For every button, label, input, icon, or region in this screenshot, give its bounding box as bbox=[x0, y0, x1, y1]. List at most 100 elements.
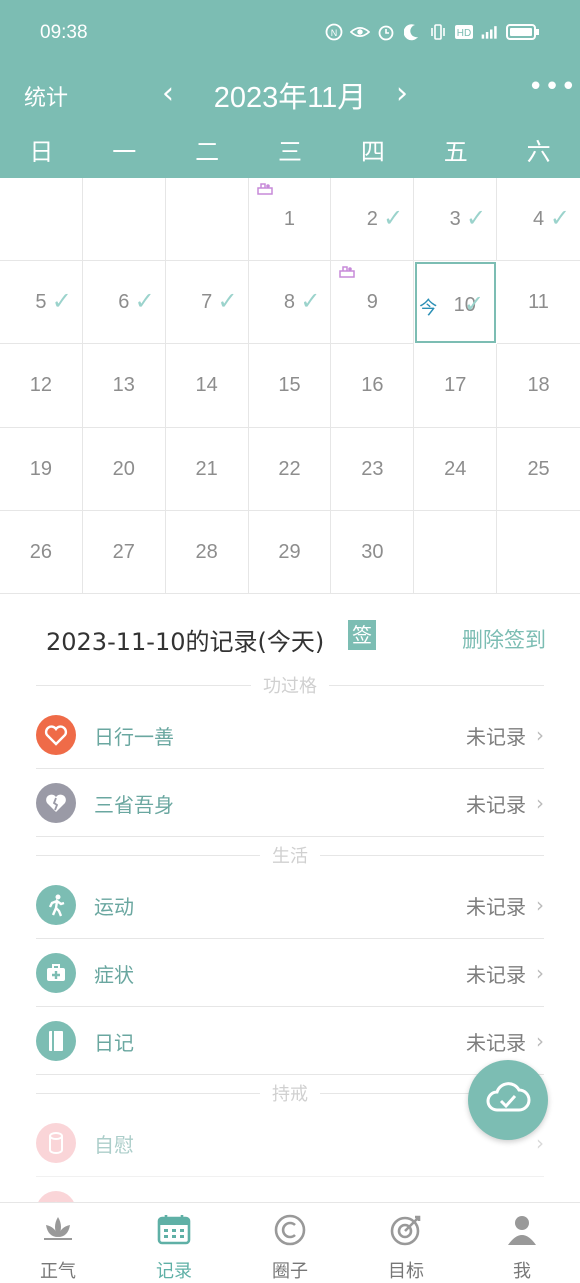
chevron-right-icon: › bbox=[536, 791, 544, 815]
nav-label: 我 bbox=[513, 1261, 531, 1282]
nav-label: 圈子 bbox=[272, 1261, 308, 1282]
day-number: 15 bbox=[278, 374, 301, 397]
calendar-day[interactable]: 25 bbox=[497, 428, 580, 511]
calendar-day[interactable]: 21 bbox=[165, 427, 249, 511]
nav-item[interactable]: 我 bbox=[464, 1203, 580, 1283]
weekday-label: 一 bbox=[112, 138, 137, 166]
calendar-empty-cell bbox=[82, 178, 166, 262]
check-icon: ✓ bbox=[217, 287, 238, 316]
chevron-right-icon: › bbox=[536, 1131, 544, 1155]
chevron-right-icon[interactable]: › bbox=[396, 76, 408, 111]
nav-label: 目标 bbox=[388, 1261, 424, 1282]
calendar-empty-cell bbox=[0, 178, 83, 262]
section-label: 生活 bbox=[272, 846, 308, 867]
calendar-day[interactable]: 30 bbox=[331, 510, 415, 594]
calendar-day[interactable]: 28 bbox=[165, 510, 249, 594]
record-label: 三省吾身 bbox=[94, 792, 174, 817]
calendar-day[interactable]: 12 bbox=[0, 344, 83, 428]
nav-item[interactable]: 目标 bbox=[348, 1203, 464, 1283]
chevron-right-icon: › bbox=[536, 723, 544, 747]
record-status: 未记录 bbox=[466, 724, 526, 749]
divider-line bbox=[36, 854, 260, 856]
calendar-day[interactable]: 22 bbox=[248, 427, 332, 511]
weekday-label: 二 bbox=[195, 138, 220, 166]
check-icon: ✓ bbox=[51, 287, 72, 316]
record-status: 未记录 bbox=[466, 1030, 526, 1055]
target-icon bbox=[348, 1213, 464, 1247]
chevron-right-icon: › bbox=[536, 1029, 544, 1053]
calendar-day[interactable]: 6 ✓ bbox=[82, 261, 166, 345]
calendar-day[interactable]: 18 bbox=[497, 344, 580, 428]
calendar-day[interactable]: 27 bbox=[82, 510, 166, 594]
calendar-day[interactable]: 2 ✓ bbox=[331, 178, 415, 262]
calendar-day[interactable]: 11 bbox=[497, 261, 580, 345]
sign-badge: 签 bbox=[348, 620, 376, 650]
divider-line bbox=[320, 854, 544, 856]
weekday-label: 日 bbox=[29, 138, 54, 166]
calendar-day[interactable]: 23 bbox=[331, 427, 415, 511]
delete-sign-button[interactable]: 删除签到 bbox=[462, 624, 546, 654]
cloud-check-icon bbox=[485, 1078, 531, 1122]
chevron-right-icon: › bbox=[536, 961, 544, 985]
record-status: 未记录 bbox=[466, 962, 526, 987]
calendar-day[interactable]: 16 bbox=[331, 344, 415, 428]
record-row[interactable]: 症状 未记录 › bbox=[36, 940, 544, 1007]
day-number: 24 bbox=[444, 457, 467, 480]
record-row[interactable]: 日记 未记录 › bbox=[36, 1008, 544, 1075]
calendar-day[interactable]: 29 bbox=[248, 510, 332, 594]
status-bar: 09:38 N HD bbox=[0, 0, 580, 66]
svg-text:HD: HD bbox=[457, 28, 471, 39]
calendar-empty-cell bbox=[165, 178, 249, 262]
check-icon: ✓ bbox=[464, 290, 485, 319]
calendar-grid: 1 2 ✓ 3 ✓ 4 ✓ 5 ✓ 6 ✓ 7 ✓ 8 ✓ 9 今 10 ✓ 11 12 13 14 15 16 17 18 19 20… bbox=[0, 178, 580, 594]
record-row[interactable]: 自慰 › bbox=[36, 1110, 544, 1177]
calendar-day[interactable]: 3 ✓ bbox=[414, 178, 498, 262]
record-label: 日行一善 bbox=[94, 724, 174, 749]
cloud-sync-button[interactable] bbox=[468, 1060, 548, 1140]
section-label: 持戒 bbox=[272, 1084, 308, 1105]
nav-item[interactable]: 圈子 bbox=[232, 1203, 348, 1283]
record-status: 未记录 bbox=[466, 894, 526, 919]
day-number: 17 bbox=[444, 374, 467, 397]
day-number: 26 bbox=[29, 540, 53, 563]
notebook-icon bbox=[36, 1021, 76, 1061]
calendar-day[interactable]: 26 bbox=[0, 510, 83, 594]
calendar-day[interactable]: 5 ✓ bbox=[0, 261, 83, 345]
nav-item[interactable]: 正气 bbox=[0, 1203, 116, 1283]
check-icon: ✓ bbox=[300, 287, 321, 316]
more-icon[interactable]: ••• bbox=[528, 72, 577, 102]
calendar-day[interactable]: 8 ✓ bbox=[248, 261, 332, 345]
day-number: 28 bbox=[195, 540, 218, 563]
heart-icon bbox=[36, 715, 76, 755]
calendar-day[interactable]: 9 bbox=[331, 261, 415, 345]
calendar-day[interactable]: 13 bbox=[82, 344, 166, 428]
nav-label: 记录 bbox=[156, 1261, 192, 1282]
calendar-day[interactable]: 1 bbox=[248, 178, 332, 262]
calendar-day[interactable]: 4 ✓ bbox=[497, 178, 580, 262]
calendar-day[interactable]: 15 bbox=[248, 344, 332, 428]
moon-icon bbox=[402, 22, 422, 42]
bottom-nav: 正气 记录 圈子 目标 我 bbox=[0, 1202, 580, 1283]
day-number: 25 bbox=[527, 457, 550, 480]
calendar-day[interactable]: 14 bbox=[165, 344, 249, 428]
calendar-day[interactable]: 今 10 ✓ bbox=[415, 262, 497, 344]
record-row[interactable]: 三省吾身 未记录 › bbox=[36, 770, 544, 837]
records-title: 2023-11-10的记录(今天) bbox=[46, 628, 325, 656]
day-number: 29 bbox=[278, 540, 301, 563]
calendar-day[interactable]: 19 bbox=[0, 427, 83, 511]
record-row[interactable]: 日行一善 未记录 › bbox=[36, 702, 544, 769]
weekday-label: 三 bbox=[278, 138, 302, 166]
nav-item[interactable]: 记录 bbox=[116, 1203, 232, 1283]
eye-icon bbox=[350, 22, 370, 42]
chevron-left-icon[interactable]: ‹ bbox=[162, 76, 174, 111]
record-row[interactable]: 运动 未记录 › bbox=[36, 872, 544, 939]
record-label: 日记 bbox=[94, 1030, 134, 1055]
record-label: 自慰 bbox=[94, 1132, 134, 1157]
calendar-day[interactable]: 17 bbox=[414, 344, 498, 428]
calendar-day[interactable]: 24 bbox=[414, 427, 498, 511]
day-number: 12 bbox=[29, 374, 53, 397]
calendar-day[interactable]: 20 bbox=[82, 427, 166, 511]
day-number: 13 bbox=[112, 374, 135, 397]
calendar-day[interactable]: 7 ✓ bbox=[165, 261, 249, 345]
divider-line bbox=[329, 684, 544, 686]
